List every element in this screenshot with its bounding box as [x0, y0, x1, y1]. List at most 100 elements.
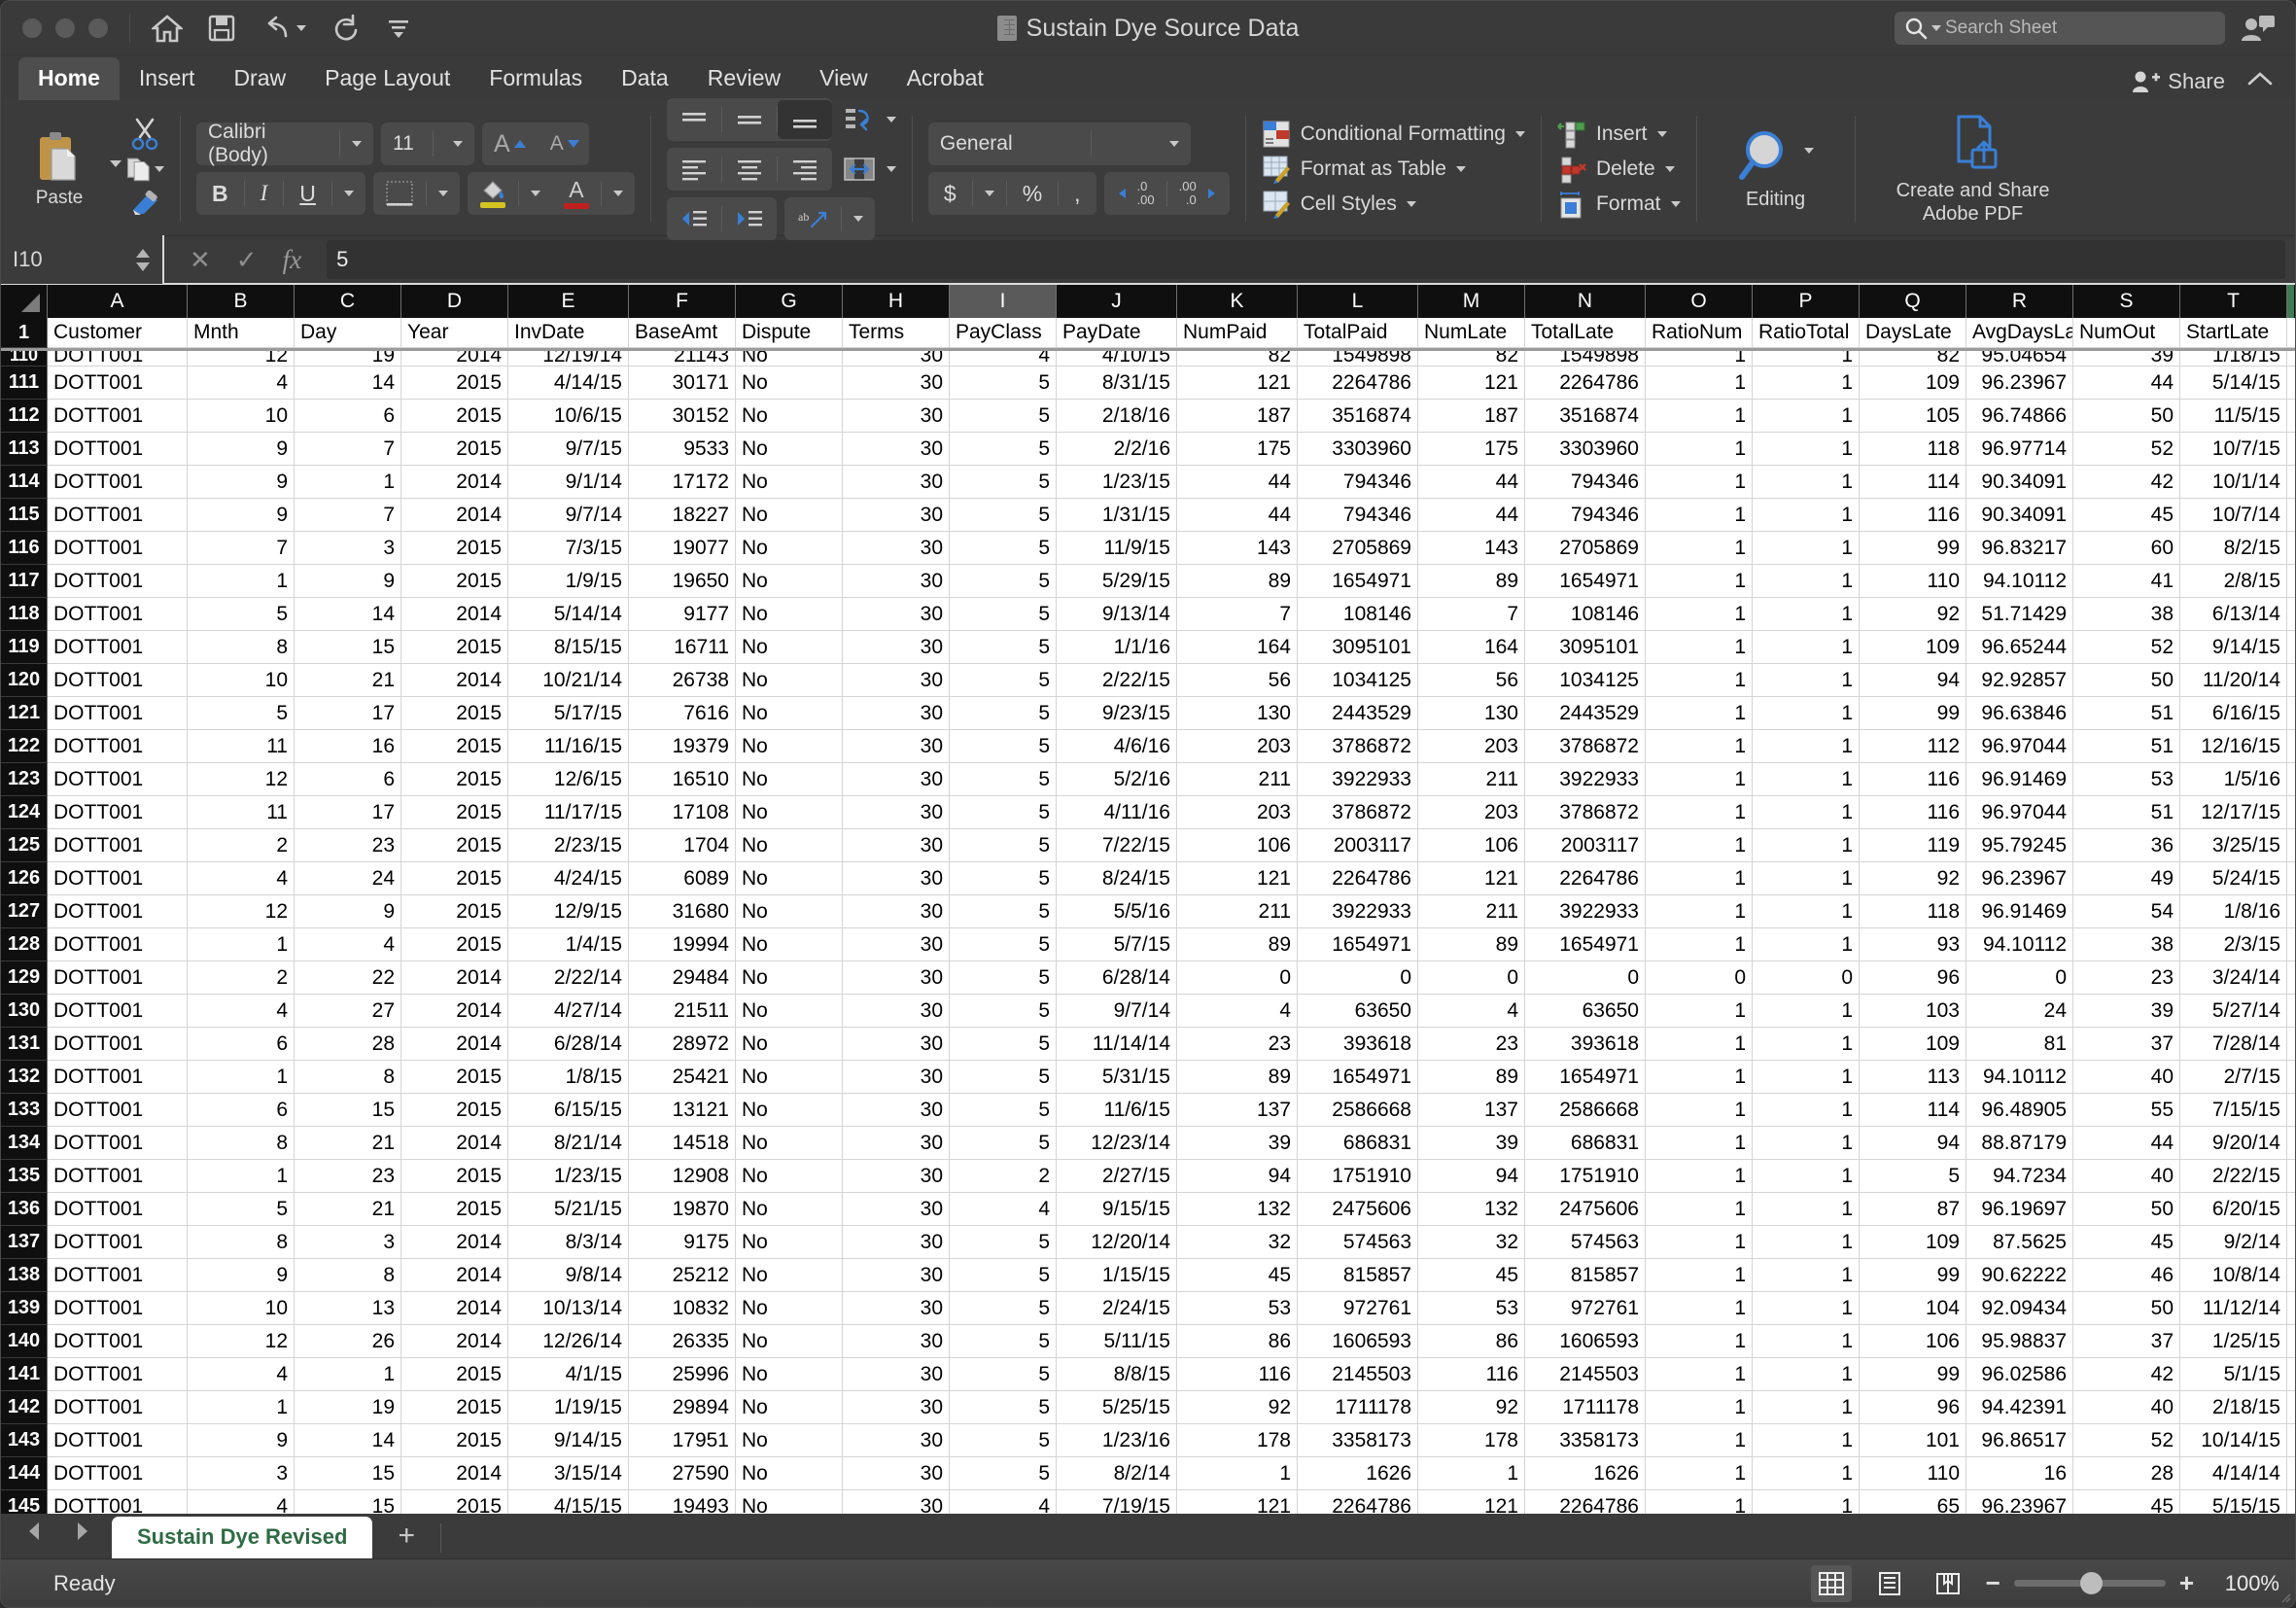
cell-N136[interactable]: 2475606: [1525, 1193, 1646, 1226]
wrap-text-dropdown-arrow[interactable]: [886, 116, 896, 122]
row-header[interactable]: 136: [1, 1193, 48, 1226]
column-header-O[interactable]: O: [1646, 285, 1753, 318]
tab-view[interactable]: View: [800, 57, 887, 100]
cell-J110[interactable]: 4/10/15: [1057, 351, 1177, 367]
cell-K120[interactable]: 56: [1177, 664, 1298, 697]
cell-N143[interactable]: 3358173: [1525, 1424, 1646, 1457]
cell-T141[interactable]: 5/1/15: [2180, 1358, 2287, 1391]
cell-Q125[interactable]: 119: [1860, 829, 1966, 862]
row-header[interactable]: 143: [1, 1424, 48, 1457]
cell-S118[interactable]: 38: [2073, 598, 2180, 631]
cell-B141[interactable]: 4: [188, 1358, 295, 1391]
cell-I133[interactable]: 5: [950, 1094, 1057, 1127]
prev-sheet-icon[interactable]: [22, 1519, 48, 1549]
cell-B140[interactable]: 12: [188, 1325, 295, 1358]
cell-E122[interactable]: 11/16/15: [508, 730, 629, 763]
cell-N135[interactable]: 1751910: [1525, 1160, 1646, 1193]
header-cell-F[interactable]: BaseAmt: [629, 318, 736, 348]
orientation-button[interactable]: ab: [783, 196, 875, 240]
cell-E128[interactable]: 1/4/15: [508, 928, 629, 961]
row-header[interactable]: 138: [1, 1259, 48, 1292]
cell-Q121[interactable]: 99: [1860, 697, 1966, 730]
home-icon[interactable]: [152, 14, 183, 43]
cell-P132[interactable]: 1: [1753, 1061, 1860, 1094]
cell-A121[interactable]: DOTT001: [48, 697, 188, 730]
cell-R121[interactable]: 96.63846: [1966, 697, 2073, 730]
cell-E142[interactable]: 1/19/15: [508, 1391, 629, 1424]
cell-I131[interactable]: 5: [950, 1028, 1057, 1061]
cell-H145[interactable]: 30: [843, 1490, 950, 1514]
cell-H131[interactable]: 30: [843, 1028, 950, 1061]
cell-A145[interactable]: DOTT001: [48, 1490, 188, 1514]
cell-C137[interactable]: 3: [295, 1226, 401, 1259]
header-cell-P[interactable]: RatioTotal: [1753, 318, 1860, 348]
tab-draw[interactable]: Draw: [214, 57, 305, 100]
cell-F128[interactable]: 19994: [629, 928, 736, 961]
cell-Q136[interactable]: 87: [1860, 1193, 1966, 1226]
cell-D142[interactable]: 2015: [401, 1391, 508, 1424]
cell-D112[interactable]: 2015: [401, 400, 508, 433]
cell-P119[interactable]: 1: [1753, 631, 1860, 664]
cell-A116[interactable]: DOTT001: [48, 532, 188, 565]
cell-J118[interactable]: 9/13/14: [1057, 598, 1177, 631]
cell-P142[interactable]: 1: [1753, 1391, 1860, 1424]
cell-D110[interactable]: 2014: [401, 351, 508, 367]
number-format-select[interactable]: General: [927, 122, 1191, 165]
cell-P141[interactable]: 1: [1753, 1358, 1860, 1391]
cell-F133[interactable]: 13121: [629, 1094, 736, 1127]
cell-I117[interactable]: 5: [950, 565, 1057, 598]
cell-M139[interactable]: 53: [1418, 1292, 1525, 1325]
cell-G123[interactable]: No: [736, 763, 843, 796]
cell-P115[interactable]: 1: [1753, 499, 1860, 532]
cell-I125[interactable]: 5: [950, 829, 1057, 862]
cell-L139[interactable]: 972761: [1298, 1292, 1418, 1325]
cell-E127[interactable]: 12/9/15: [508, 895, 629, 928]
cell-G121[interactable]: No: [736, 697, 843, 730]
cell-D135[interactable]: 2015: [401, 1160, 508, 1193]
header-cell-E[interactable]: InvDate: [508, 318, 629, 348]
cell-P136[interactable]: 1: [1753, 1193, 1860, 1226]
cell-M141[interactable]: 116: [1418, 1358, 1525, 1391]
cell-I144[interactable]: 5: [950, 1457, 1057, 1490]
cell-T138[interactable]: 10/8/14: [2180, 1259, 2287, 1292]
cell-S135[interactable]: 40: [2073, 1160, 2180, 1193]
cell-B137[interactable]: 8: [188, 1226, 295, 1259]
cell-B129[interactable]: 2: [188, 961, 295, 995]
cell-E125[interactable]: 2/23/15: [508, 829, 629, 862]
cell-P128[interactable]: 1: [1753, 928, 1860, 961]
cell-C145[interactable]: 15: [295, 1490, 401, 1514]
cell-N121[interactable]: 2443529: [1525, 697, 1646, 730]
share-button[interactable]: Share: [2132, 69, 2225, 94]
column-header-F[interactable]: F: [629, 285, 736, 318]
cell-M114[interactable]: 44: [1418, 466, 1525, 499]
cell-C128[interactable]: 4: [295, 928, 401, 961]
format-as-table-arrow[interactable]: [1455, 165, 1466, 172]
column-header-B[interactable]: B: [188, 285, 295, 318]
row-header[interactable]: 116: [1, 532, 48, 565]
cell-N120[interactable]: 1034125: [1525, 664, 1646, 697]
cell-H118[interactable]: 30: [843, 598, 950, 631]
cell-E139[interactable]: 10/13/14: [508, 1292, 629, 1325]
cell-A120[interactable]: DOTT001: [48, 664, 188, 697]
cell-Q127[interactable]: 118: [1860, 895, 1966, 928]
cell-R115[interactable]: 90.34091: [1966, 499, 2073, 532]
number-format-arrow[interactable]: [1158, 122, 1191, 165]
cell-P121[interactable]: 1: [1753, 697, 1860, 730]
cell-R125[interactable]: 95.79245: [1966, 829, 2073, 862]
cell-C143[interactable]: 14: [295, 1424, 401, 1457]
row-header[interactable]: 112: [1, 400, 48, 433]
cell-J128[interactable]: 5/7/15: [1057, 928, 1177, 961]
cell-M137[interactable]: 32: [1418, 1226, 1525, 1259]
cell-I113[interactable]: 5: [950, 433, 1057, 466]
header-cell-H[interactable]: Terms: [843, 318, 950, 348]
row-header[interactable]: 110: [1, 351, 48, 367]
cell-L114[interactable]: 794346: [1298, 466, 1418, 499]
cell-P110[interactable]: 1: [1753, 351, 1860, 367]
bold-button[interactable]: B: [196, 172, 244, 215]
align-top-button[interactable]: [667, 100, 721, 139]
cell-H122[interactable]: 30: [843, 730, 950, 763]
cell-B120[interactable]: 10: [188, 664, 295, 697]
cell-E136[interactable]: 5/21/15: [508, 1193, 629, 1226]
row-header[interactable]: 135: [1, 1160, 48, 1193]
cell-A130[interactable]: DOTT001: [48, 995, 188, 1028]
